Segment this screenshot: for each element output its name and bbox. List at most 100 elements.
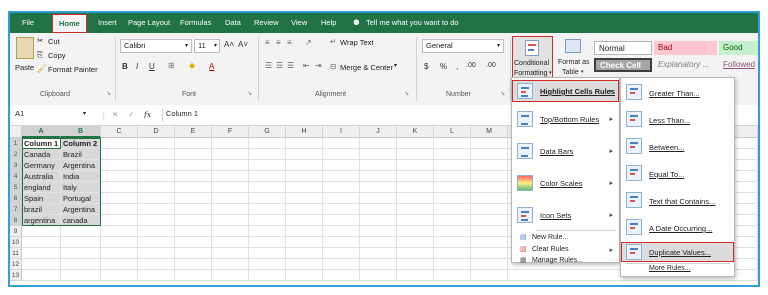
grid-cell[interactable]: [397, 237, 434, 248]
column-header[interactable]: L: [434, 126, 471, 138]
grid-cell[interactable]: [138, 226, 175, 237]
row-header[interactable]: 13: [10, 270, 22, 281]
grid-cell[interactable]: [471, 215, 508, 226]
copy-icon[interactable]: ⎘: [37, 50, 43, 60]
row-header[interactable]: 6: [10, 193, 22, 204]
grid-cell[interactable]: [138, 193, 175, 204]
grid-cell[interactable]: [138, 160, 175, 171]
grid-cell[interactable]: [101, 259, 138, 270]
grid-cell[interactable]: [323, 204, 360, 215]
grid-cell[interactable]: [101, 149, 138, 160]
grid-cell[interactable]: [360, 138, 397, 149]
row-header[interactable]: 5: [10, 182, 22, 193]
grid-cell[interactable]: [360, 171, 397, 182]
grid-cell[interactable]: [249, 193, 286, 204]
format-as-table-icon[interactable]: [565, 39, 581, 53]
grid-cell[interactable]: [138, 215, 175, 226]
menu-item-equal-to[interactable]: Equal To...: [621, 161, 734, 186]
merge-center-button[interactable]: Merge & Center: [340, 63, 393, 72]
grid-cell[interactable]: Canada: [22, 149, 61, 160]
grid-cell[interactable]: [249, 204, 286, 215]
grid-cell[interactable]: [212, 149, 249, 160]
column-header[interactable]: E: [175, 126, 212, 138]
grid-cell[interactable]: [249, 160, 286, 171]
column-header[interactable]: B: [61, 126, 101, 138]
grid-cell[interactable]: [360, 193, 397, 204]
grid-cell[interactable]: [434, 160, 471, 171]
grid-cell[interactable]: [175, 182, 212, 193]
grid-cell[interactable]: [397, 204, 434, 215]
decrease-indent-icon[interactable]: ⇤: [303, 61, 310, 70]
column-header[interactable]: M: [471, 126, 508, 138]
cut-icon[interactable]: ✂: [37, 36, 43, 45]
grid-cell[interactable]: [249, 259, 286, 270]
paste-icon[interactable]: [16, 37, 34, 59]
comma-button[interactable]: ,: [456, 62, 458, 71]
grid-cell[interactable]: [323, 160, 360, 171]
tab-view[interactable]: View: [291, 13, 307, 33]
menu-item-manage-rules[interactable]: ▦ Manage Rules...: [512, 256, 619, 267]
clipboard-launcher-icon[interactable]: ↘: [106, 90, 111, 97]
row-header[interactable]: 8: [10, 215, 22, 226]
paste-button[interactable]: Paste: [15, 63, 34, 72]
grid-cell[interactable]: [61, 248, 101, 259]
grid-cell[interactable]: [323, 182, 360, 193]
grid-cell[interactable]: [397, 160, 434, 171]
grid-cell[interactable]: [397, 138, 434, 149]
grid-cell[interactable]: [360, 215, 397, 226]
grid-cell[interactable]: [101, 248, 138, 259]
grid-cell[interactable]: Argentina: [61, 160, 101, 171]
grid-cell[interactable]: [138, 138, 175, 149]
grid-cell[interactable]: Spain: [22, 193, 61, 204]
grid-cell[interactable]: [101, 270, 138, 281]
grid-cell[interactable]: [249, 270, 286, 281]
italic-button[interactable]: I: [136, 62, 138, 71]
grid-cell[interactable]: [323, 270, 360, 281]
alignment-launcher-icon[interactable]: ↘: [404, 90, 409, 97]
grid-cell[interactable]: [101, 160, 138, 171]
grid-cell[interactable]: [286, 226, 323, 237]
grid-cell[interactable]: [101, 215, 138, 226]
menu-item-greater-than[interactable]: Greater Than...: [621, 80, 734, 105]
grid-cell[interactable]: brazil: [22, 204, 61, 215]
column-header[interactable]: I: [323, 126, 360, 138]
grid-cell[interactable]: [471, 259, 508, 270]
bold-button[interactable]: B: [122, 62, 128, 71]
increase-indent-icon[interactable]: ⇥: [315, 61, 322, 70]
row-header[interactable]: 10: [10, 237, 22, 248]
grid-cell[interactable]: [286, 160, 323, 171]
grid-cell[interactable]: [434, 171, 471, 182]
chevron-down-icon[interactable]: ▾: [394, 62, 397, 69]
grid-cell[interactable]: [323, 248, 360, 259]
grid-cell[interactable]: Italy: [61, 182, 101, 193]
grid-cell[interactable]: [471, 270, 508, 281]
wrap-text-button[interactable]: Wrap Text: [340, 38, 374, 47]
row-header[interactable]: 3: [10, 160, 22, 171]
tab-formulas[interactable]: Formulas: [180, 13, 211, 33]
row-header[interactable]: 11: [10, 248, 22, 259]
font-color-icon[interactable]: A: [209, 62, 214, 71]
menu-item-less-than[interactable]: Less Than...: [621, 107, 734, 132]
grid-cell[interactable]: [175, 248, 212, 259]
grid-cell[interactable]: [212, 171, 249, 182]
grid-cell[interactable]: [212, 182, 249, 193]
menu-item-color-scales[interactable]: Color Scales ▸: [512, 168, 619, 198]
grid-cell[interactable]: [471, 204, 508, 215]
grid-cell[interactable]: [249, 237, 286, 248]
format-as-table-label-2[interactable]: Table: [562, 69, 579, 76]
format-painter-button[interactable]: Format Painter: [48, 65, 98, 74]
grid-cell[interactable]: [22, 248, 61, 259]
grid-cell[interactable]: [286, 215, 323, 226]
currency-button[interactable]: $: [424, 62, 428, 71]
grid-cell[interactable]: [101, 171, 138, 182]
format-painter-icon[interactable]: 🖌: [37, 64, 47, 73]
grid-cell[interactable]: [434, 259, 471, 270]
grid-cell[interactable]: [434, 270, 471, 281]
menu-item-text-contains[interactable]: Text that Contains...: [621, 188, 734, 213]
grid-cell[interactable]: [22, 270, 61, 281]
orientation-icon[interactable]: ↗: [305, 38, 312, 47]
row-header[interactable]: 4: [10, 171, 22, 182]
tab-help[interactable]: Help: [321, 13, 336, 33]
grid-cell[interactable]: [286, 138, 323, 149]
grid-cell[interactable]: [360, 237, 397, 248]
